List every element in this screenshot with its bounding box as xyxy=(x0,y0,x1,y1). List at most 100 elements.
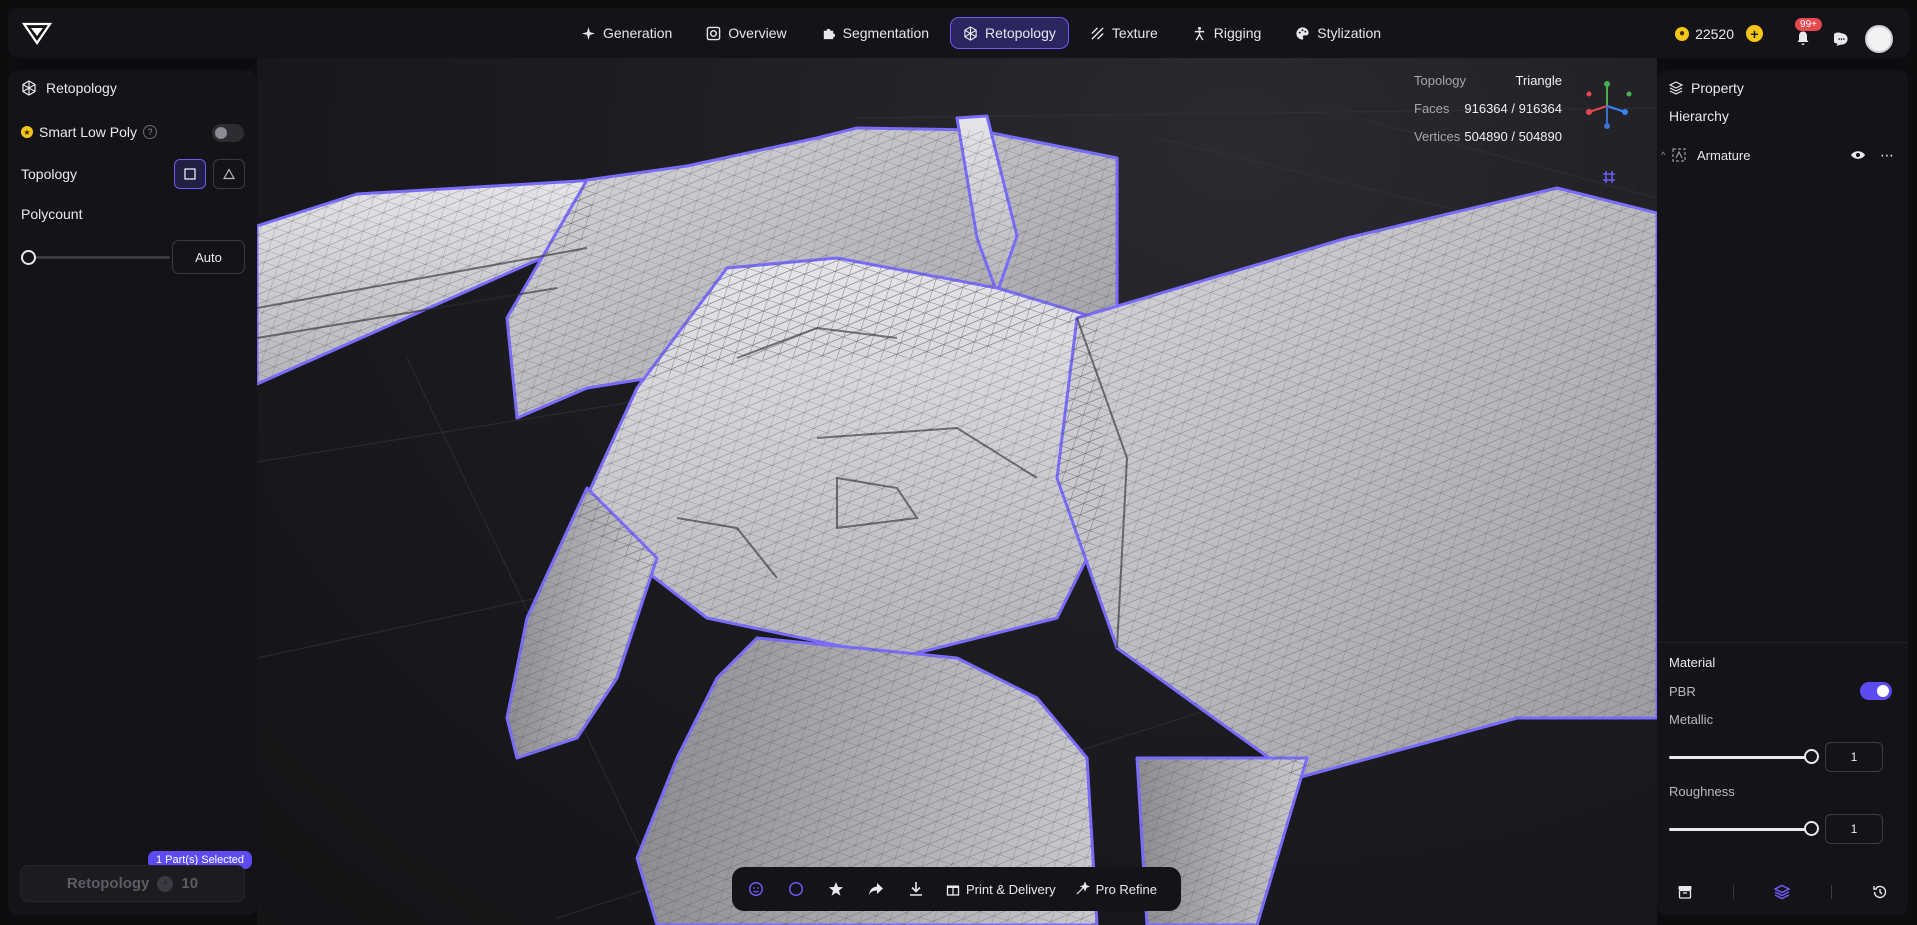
credit-coin-icon: ⚡ xyxy=(157,875,174,892)
retopology-button[interactable]: Retopology ⚡ 10 xyxy=(20,865,245,902)
pro-refine-label: Pro Refine xyxy=(1095,881,1157,897)
smart-low-poly-toggle[interactable] xyxy=(212,124,244,142)
add-credits-button[interactable]: + xyxy=(1746,25,1763,42)
sphere-view-button[interactable] xyxy=(782,875,810,903)
tree-item-armature[interactable]: ^ Armature ⋯ xyxy=(1661,143,1901,167)
coin-icon: ● xyxy=(1675,26,1690,41)
tab-segmentation[interactable]: Segmentation xyxy=(808,17,942,49)
wireframe-overlay xyxy=(257,128,1657,925)
tab-rigging[interactable]: Rigging xyxy=(1179,17,1274,49)
stat-value: Triangle xyxy=(1515,72,1562,88)
tab-retopology[interactable]: Retopology xyxy=(950,17,1069,49)
refine-icon xyxy=(1076,882,1090,895)
help-icon[interactable]: ? xyxy=(143,125,158,139)
favorite-button[interactable] xyxy=(822,875,850,903)
polycount-auto-button[interactable]: Auto xyxy=(172,240,245,274)
stat-label: Topology xyxy=(1414,72,1467,88)
collapse-caret-icon[interactable]: ^ xyxy=(1661,150,1671,160)
triangle-icon xyxy=(223,168,235,180)
property-panel: Property Hierarchy ^ Armature ⋯ Material… xyxy=(1657,70,1908,915)
roughness-slider-handle[interactable] xyxy=(1804,821,1819,836)
model-render xyxy=(257,107,1657,925)
tree-item-label: Armature xyxy=(1697,147,1751,163)
app-logo[interactable] xyxy=(22,21,52,45)
more-options-icon[interactable]: ⋯ xyxy=(1880,147,1895,164)
tab-label: Retopology xyxy=(985,25,1056,41)
sphere-icon xyxy=(788,881,804,897)
retopology-panel: Retopology ★ Smart Low Poly ? Topology P… xyxy=(8,70,257,915)
tab-overview[interactable]: Overview xyxy=(693,17,799,49)
user-avatar[interactable] xyxy=(1865,25,1893,53)
divider xyxy=(1657,642,1908,643)
retopology-icon xyxy=(964,25,977,41)
square-icon xyxy=(184,168,196,180)
rigging-icon xyxy=(1194,26,1204,40)
roughness-label: Roughness xyxy=(1669,784,1735,799)
gift-icon xyxy=(946,885,960,896)
tab-label: Generation xyxy=(603,25,673,41)
property-header: Property xyxy=(1669,80,1744,96)
stat-topology: Topology Triangle xyxy=(1414,66,1562,94)
material-label: Material xyxy=(1669,655,1716,670)
tab-generation[interactable]: Generation xyxy=(568,17,685,49)
hierarchy-label: Hierarchy xyxy=(1669,108,1729,124)
bell-icon[interactable] xyxy=(1795,30,1811,46)
pbr-toggle[interactable] xyxy=(1860,682,1892,700)
sparkle-icon xyxy=(581,26,596,40)
metallic-input[interactable]: 1 xyxy=(1825,742,1883,772)
stat-label: Vertices xyxy=(1414,128,1461,144)
stat-value: 916364 / 916364 xyxy=(1464,100,1562,116)
panel-title: Retopology xyxy=(46,80,117,96)
3d-viewport[interactable] xyxy=(257,58,1657,925)
star-icon xyxy=(829,882,843,896)
tab-label: Segmentation xyxy=(842,25,930,41)
download-button[interactable] xyxy=(902,875,930,903)
download-icon xyxy=(910,882,922,896)
quad-topology-button[interactable] xyxy=(174,159,206,189)
panel-header: Retopology xyxy=(21,80,117,96)
axis-gizmo-icon[interactable] xyxy=(1585,80,1633,132)
history-icon[interactable] xyxy=(1872,884,1888,900)
polycount-slider-handle[interactable] xyxy=(21,250,36,265)
stat-vertices: Vertices 504890 / 504890 xyxy=(1414,122,1562,150)
eye-icon[interactable] xyxy=(1850,149,1866,161)
topology-label: Topology xyxy=(21,166,78,182)
tab-label: Stylization xyxy=(1317,25,1382,41)
top-bar: Generation Overview Segmentation Retopol… xyxy=(8,8,1909,58)
pbr-label: PBR xyxy=(1669,684,1696,699)
roughness-slider[interactable] xyxy=(1669,828,1811,831)
polycount-slider[interactable] xyxy=(22,256,170,259)
metallic-slider[interactable] xyxy=(1669,756,1811,759)
model-stats: Topology Triangle Faces 916364 / 916364 … xyxy=(1414,66,1562,150)
triangle-topology-button[interactable] xyxy=(213,159,245,189)
share-icon xyxy=(869,883,883,895)
metallic-label: Metallic xyxy=(1669,712,1714,727)
polycount-label: Polycount xyxy=(21,206,83,222)
layers-tab-icon[interactable] xyxy=(1774,884,1791,900)
layers-icon xyxy=(1669,81,1683,95)
palette-icon xyxy=(1296,26,1309,40)
tab-texture[interactable]: Texture xyxy=(1077,17,1171,49)
credits-value: 22520 xyxy=(1695,25,1734,42)
stat-label: Faces xyxy=(1414,100,1450,116)
share-button[interactable] xyxy=(862,875,890,903)
roughness-input[interactable]: 1 xyxy=(1825,814,1883,844)
texture-icon xyxy=(1091,26,1104,40)
tab-stylization[interactable]: Stylization xyxy=(1282,17,1394,49)
print-delivery-button[interactable]: Print & Delivery xyxy=(942,882,1060,897)
tab-label: Rigging xyxy=(1213,25,1262,41)
archive-icon[interactable] xyxy=(1677,884,1693,900)
stat-value: 504890 / 504890 xyxy=(1464,128,1562,144)
stat-faces: Faces 916364 / 916364 xyxy=(1414,94,1562,122)
chat-icon[interactable] xyxy=(1834,32,1849,47)
smart-low-poly-row: ★ Smart Low Poly ? xyxy=(21,124,158,140)
snap-grid-icon[interactable] xyxy=(1593,166,1625,188)
panel-tabs xyxy=(1657,872,1908,912)
smile-view-button[interactable] xyxy=(742,875,770,903)
retopology-cost: 10 xyxy=(181,875,199,892)
pro-refine-button[interactable]: Pro Refine xyxy=(1072,882,1161,897)
credits-display[interactable]: ● 22520 + xyxy=(1675,25,1763,42)
metallic-slider-handle[interactable] xyxy=(1804,749,1819,764)
overview-icon xyxy=(706,26,721,40)
face-icon xyxy=(748,881,764,897)
